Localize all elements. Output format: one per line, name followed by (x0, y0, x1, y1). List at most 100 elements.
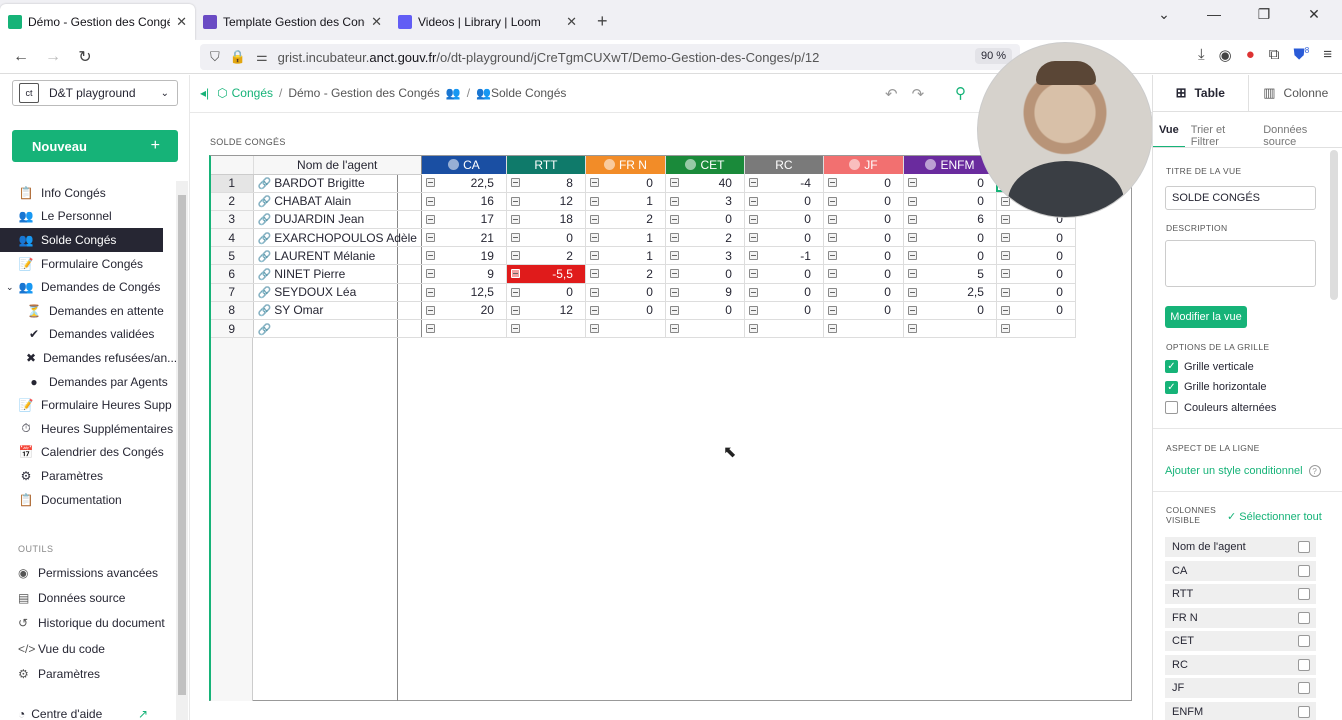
column-header[interactable]: CA (421, 156, 507, 174)
adblock-icon[interactable]: ● (1246, 46, 1255, 64)
number-cell[interactable]: 0 (996, 228, 1076, 248)
number-cell[interactable]: 3 (665, 192, 745, 211)
new-button[interactable]: Nouveau + (12, 130, 178, 162)
sidebar-page-item[interactable]: 📝 Formulaire Heures Supp (0, 393, 176, 417)
download-icon[interactable]: ⤓ (1198, 46, 1205, 64)
close-window-icon[interactable]: ✕ (1304, 6, 1324, 23)
number-cell[interactable]: 22,5 (421, 174, 507, 193)
browser-tab[interactable]: Démo - Gestion des Congés - G ✕ (0, 4, 195, 40)
number-cell[interactable]: 0 (903, 246, 997, 266)
column-header[interactable]: JF (823, 156, 904, 174)
checkbox-icon[interactable] (1298, 588, 1310, 600)
sidebar-page-item[interactable]: 📅 Calendrier des Congés (0, 441, 176, 465)
number-cell[interactable]: 2 (585, 210, 666, 230)
number-cell[interactable] (996, 319, 1076, 339)
sidebar-page-item[interactable]: ✖ Demandes refusées/an... (0, 346, 177, 370)
number-cell[interactable]: 18 (506, 210, 586, 230)
row-number[interactable]: 7 (211, 283, 254, 302)
address-bar[interactable]: ⛉ 🔒 ⚌ grist.incubateur. anct.gouv.fr/o/dt… (200, 44, 1020, 70)
breadcrumb-folder[interactable]: Congés (232, 86, 273, 100)
number-cell[interactable]: 0 (823, 246, 904, 266)
row-number[interactable]: 3 (211, 210, 254, 230)
number-cell[interactable]: 0 (823, 174, 904, 193)
sidebar-page-item[interactable]: 📝 Formulaire Congés (0, 252, 176, 276)
number-cell[interactable]: 16 (421, 192, 507, 211)
row-number[interactable]: 8 (211, 301, 254, 321)
agent-name-cell[interactable]: 🔗 (253, 319, 422, 339)
collapse-panel-icon[interactable]: ◂| (200, 86, 209, 100)
number-cell[interactable]: 0 (585, 283, 666, 302)
help-center-link[interactable]: ◔ Centre d'aide ↗ (18, 707, 148, 720)
agent-name-cell[interactable]: 🔗 CHABAT Alain (253, 192, 422, 211)
number-cell[interactable]: 12,5 (421, 283, 507, 302)
number-cell[interactable]: 0 (744, 264, 824, 284)
number-cell[interactable]: -4 (744, 174, 824, 193)
number-cell[interactable]: 0 (823, 283, 904, 302)
number-cell[interactable]: 0 (744, 192, 824, 211)
number-cell[interactable]: 21 (421, 228, 507, 248)
number-cell[interactable]: 0 (996, 246, 1076, 266)
search-icon[interactable]: ⚲ (955, 84, 966, 102)
row-number[interactable]: 9 (211, 319, 254, 339)
number-cell[interactable]: 0 (665, 264, 745, 284)
number-cell[interactable]: -5,5 (506, 264, 586, 284)
workspace-selector[interactable]: ct D&T playground ⌄ (12, 80, 178, 106)
sidebar-page-item[interactable]: 📋 Info Congés (0, 181, 176, 205)
reload-icon[interactable]: ↻ (69, 47, 101, 67)
number-cell[interactable]: 0 (823, 264, 904, 284)
forward-icon[interactable]: → (37, 48, 69, 66)
number-cell[interactable] (823, 319, 904, 339)
checkbox-icon[interactable] (1165, 401, 1178, 414)
description-input[interactable] (1165, 240, 1316, 287)
sidebar-page-item[interactable]: ⏱ Heures Supplémentaires (0, 417, 176, 441)
number-cell[interactable]: 0 (903, 174, 997, 193)
checkbox-icon[interactable] (1298, 658, 1310, 671)
redo-icon[interactable]: ↷ (912, 85, 925, 103)
visible-column-item[interactable]: Nom de l'agent (1165, 537, 1316, 557)
number-cell[interactable]: 6 (903, 210, 997, 230)
close-tab-icon[interactable]: ✕ (566, 14, 577, 30)
chevron-down-icon[interactable]: ⌄ (6, 282, 14, 293)
number-cell[interactable]: -1 (744, 246, 824, 266)
tab-table[interactable]: ⊞ Table (1153, 75, 1249, 111)
number-cell[interactable]: 1 (585, 246, 666, 266)
restore-icon[interactable]: ❐ (1254, 6, 1274, 23)
visible-column-item[interactable]: CET (1165, 631, 1316, 651)
breadcrumb-doc[interactable]: Démo - Gestion des Congés (288, 86, 439, 100)
visible-column-item[interactable]: RC (1165, 654, 1316, 675)
right-scrollbar[interactable] (1330, 150, 1338, 300)
zoom-badge[interactable]: 90 % (975, 48, 1013, 64)
number-cell[interactable] (506, 319, 586, 339)
new-tab-button[interactable]: + (585, 11, 620, 40)
grid-option-checkbox[interactable]: ✓ Grille horizontale (1165, 380, 1267, 394)
subtab[interactable]: Trier et Filtrer (1185, 124, 1257, 148)
extensions-icon[interactable]: ⧉ (1269, 46, 1280, 64)
sidebar-page-item[interactable]: ● Demandes par Agents (0, 370, 176, 394)
number-cell[interactable]: 5 (903, 264, 997, 284)
number-cell[interactable]: 0 (506, 283, 586, 302)
close-tab-icon[interactable]: ✕ (371, 14, 382, 30)
number-cell[interactable]: 17 (421, 210, 507, 230)
row-number[interactable]: 6 (211, 264, 254, 284)
breadcrumb-page[interactable]: Solde Congés (491, 86, 566, 100)
number-cell[interactable]: 0 (506, 228, 586, 248)
column-header[interactable]: FR N (585, 156, 666, 174)
visible-column-item[interactable]: JF (1165, 678, 1316, 698)
sidebar-page-item[interactable]: ⚙ Paramètres (0, 464, 176, 488)
sidebar-page-item[interactable]: 📋 Documentation (0, 488, 176, 512)
number-cell[interactable]: 2,5 (903, 283, 997, 302)
sidebar-page-item[interactable]: ✔ Demandes validées (0, 323, 176, 347)
account-icon[interactable]: ◉ (1219, 46, 1232, 64)
number-cell[interactable]: 2 (585, 264, 666, 284)
shared-users-icon[interactable]: 👥 (446, 86, 461, 100)
number-cell[interactable]: 0 (665, 210, 745, 230)
number-cell[interactable]: 19 (421, 246, 507, 266)
row-number[interactable]: 5 (211, 246, 254, 266)
number-cell[interactable]: 0 (996, 301, 1076, 321)
agent-name-cell[interactable]: 🔗 EXARCHOPOULOS Adèle (253, 228, 422, 248)
number-cell[interactable]: 0 (744, 283, 824, 302)
visible-column-item[interactable]: FR N (1165, 607, 1316, 628)
tool-item[interactable]: </> Vue du code (0, 636, 165, 661)
tab-column[interactable]: ▥ Colonne (1249, 75, 1342, 111)
agent-name-cell[interactable]: 🔗 NINET Pierre (253, 264, 422, 284)
